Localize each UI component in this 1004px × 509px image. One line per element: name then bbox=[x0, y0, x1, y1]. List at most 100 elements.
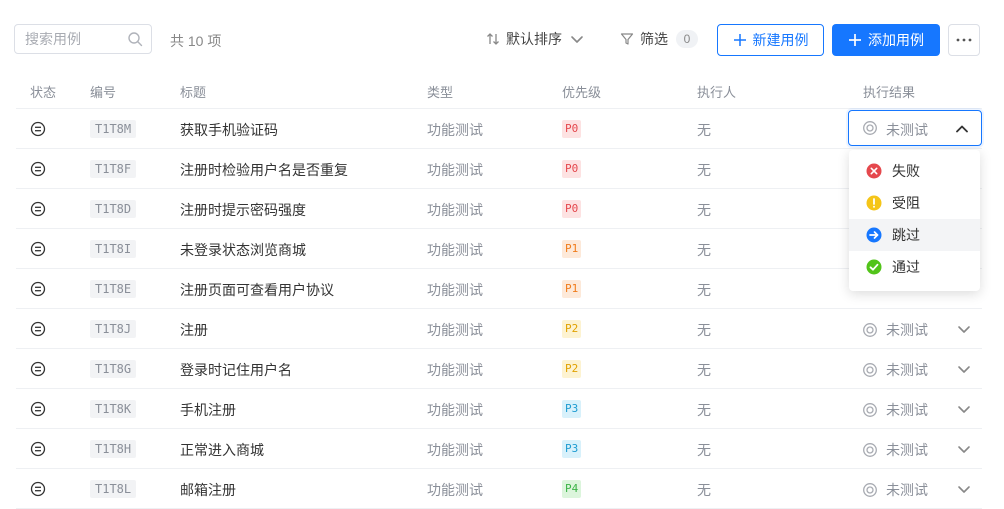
table-row[interactable]: T1T8E 注册页面可查看用户协议 功能测试 P1 无 bbox=[16, 269, 982, 309]
case-id: T1T8K bbox=[90, 400, 137, 418]
result-cell[interactable]: 未测试 bbox=[862, 480, 928, 500]
case-type: 功能测试 bbox=[427, 362, 483, 378]
result-option-skip[interactable]: 跳过 bbox=[849, 219, 980, 251]
case-status-icon bbox=[30, 241, 46, 257]
add-case-button[interactable]: 添加用例 bbox=[832, 24, 940, 56]
executor: 无 bbox=[697, 482, 711, 498]
result-dropdown-menu: 失败 受阻 跳过 通过 bbox=[849, 150, 980, 291]
fail-icon bbox=[866, 163, 882, 179]
case-status-icon bbox=[30, 201, 46, 217]
priority-badge: P3 bbox=[562, 440, 582, 458]
case-title[interactable]: 注册 bbox=[180, 320, 208, 340]
toolbar: 共 10 项 默认排序 筛选 0 新建用例 添加用例 bbox=[0, 0, 1004, 80]
executor: 无 bbox=[697, 322, 711, 338]
search-input[interactable] bbox=[25, 30, 125, 48]
untested-icon bbox=[863, 443, 877, 457]
table-row[interactable]: T1T8G 登录时记住用户名 功能测试 P2 无 未测试 bbox=[16, 349, 982, 389]
priority-badge: P0 bbox=[562, 200, 582, 218]
search-icon[interactable] bbox=[127, 31, 143, 47]
untested-icon bbox=[863, 323, 877, 337]
case-id: T1T8L bbox=[90, 480, 137, 498]
chevron-down-icon[interactable] bbox=[957, 402, 971, 416]
table-row[interactable]: T1T8I 未登录状态浏览商城 功能测试 P1 无 bbox=[16, 229, 982, 269]
case-id: T1T8D bbox=[90, 200, 137, 218]
priority-badge: P0 bbox=[562, 120, 582, 138]
search-box[interactable] bbox=[14, 24, 152, 54]
add-case-label: 添加用例 bbox=[868, 32, 924, 48]
case-id: T1T8I bbox=[90, 240, 137, 258]
case-title[interactable]: 登录时记住用户名 bbox=[180, 360, 292, 380]
filter-count-badge: 0 bbox=[676, 30, 698, 48]
result-option-label: 受阻 bbox=[892, 195, 920, 211]
result-select[interactable]: 未测试 bbox=[848, 110, 982, 146]
sort-label: 默认排序 bbox=[506, 31, 562, 47]
col-header-id: 编号 bbox=[90, 85, 117, 100]
chevron-down-icon[interactable] bbox=[957, 482, 971, 496]
case-title[interactable]: 未登录状态浏览商城 bbox=[180, 240, 306, 260]
case-type: 功能测试 bbox=[427, 282, 483, 298]
case-status-icon bbox=[30, 481, 46, 497]
result-cell[interactable]: 未测试 bbox=[862, 440, 928, 460]
table-row[interactable]: T1T8D 注册时提示密码强度 功能测试 P0 无 bbox=[16, 189, 982, 229]
case-id: T1T8G bbox=[90, 360, 137, 378]
new-case-label: 新建用例 bbox=[752, 32, 809, 48]
col-header-priority: 优先级 bbox=[562, 85, 602, 100]
result-value: 未测试 bbox=[886, 442, 928, 458]
case-title[interactable]: 正常进入商城 bbox=[180, 440, 264, 460]
priority-badge: P1 bbox=[562, 280, 582, 298]
case-title[interactable]: 注册时检验用户名是否重复 bbox=[180, 160, 348, 180]
priority-badge: P0 bbox=[562, 160, 582, 178]
executor: 无 bbox=[697, 282, 711, 298]
case-status-icon bbox=[30, 121, 46, 137]
executor: 无 bbox=[697, 242, 711, 258]
case-id: T1T8F bbox=[90, 160, 137, 178]
case-title[interactable]: 手机注册 bbox=[180, 400, 236, 420]
priority-badge: P3 bbox=[562, 400, 582, 418]
executor: 无 bbox=[697, 362, 711, 378]
sort-dropdown[interactable]: 默认排序 bbox=[486, 29, 584, 49]
case-type: 功能测试 bbox=[427, 242, 483, 258]
case-id: T1T8M bbox=[90, 120, 137, 138]
result-option-label: 跳过 bbox=[892, 227, 920, 243]
table-row[interactable]: T1T8M 获取手机验证码 功能测试 P0 无 bbox=[16, 109, 982, 149]
executor: 无 bbox=[697, 162, 711, 178]
case-title[interactable]: 注册时提示密码强度 bbox=[180, 200, 306, 220]
case-status-icon bbox=[30, 161, 46, 177]
result-option-pass[interactable]: 通过 bbox=[849, 251, 980, 283]
result-cell[interactable]: 未测试 bbox=[862, 320, 928, 340]
case-title[interactable]: 邮箱注册 bbox=[180, 480, 236, 500]
more-button[interactable] bbox=[948, 24, 980, 56]
result-cell[interactable]: 未测试 bbox=[862, 400, 928, 420]
col-header-title: 标题 bbox=[180, 85, 207, 100]
case-title[interactable]: 注册页面可查看用户协议 bbox=[180, 280, 334, 300]
chevron-up-icon bbox=[956, 125, 968, 133]
chevron-down-icon[interactable] bbox=[957, 322, 971, 336]
filter-icon bbox=[620, 33, 634, 45]
case-status-icon bbox=[30, 321, 46, 337]
blocked-icon bbox=[866, 195, 882, 211]
chevron-down-icon[interactable] bbox=[957, 362, 971, 376]
untested-icon bbox=[863, 403, 877, 417]
executor: 无 bbox=[697, 442, 711, 458]
result-option-blocked[interactable]: 受阻 bbox=[849, 187, 980, 219]
filter-button[interactable]: 筛选 0 bbox=[620, 29, 698, 49]
priority-badge: P1 bbox=[562, 240, 582, 258]
result-value: 未测试 bbox=[886, 482, 928, 498]
case-id: T1T8J bbox=[90, 320, 137, 338]
chevron-down-icon bbox=[571, 36, 583, 43]
case-id: T1T8E bbox=[90, 280, 137, 298]
table-row[interactable]: T1T8F 注册时检验用户名是否重复 功能测试 P0 无 bbox=[16, 149, 982, 189]
result-option-label: 通过 bbox=[892, 259, 920, 275]
table-row[interactable]: T1T8H 正常进入商城 功能测试 P3 无 未测试 bbox=[16, 429, 982, 469]
table-row[interactable]: T1T8L 邮箱注册 功能测试 P4 无 未测试 bbox=[16, 469, 982, 509]
case-title[interactable]: 获取手机验证码 bbox=[180, 120, 278, 140]
table-row[interactable]: T1T8K 手机注册 功能测试 P3 无 未测试 bbox=[16, 389, 982, 429]
case-status-icon bbox=[30, 401, 46, 417]
table-header: 状态 编号 标题 类型 优先级 执行人 执行结果 bbox=[16, 80, 982, 109]
chevron-down-icon[interactable] bbox=[957, 442, 971, 456]
result-option-fail[interactable]: 失败 bbox=[849, 155, 980, 187]
new-case-button[interactable]: 新建用例 bbox=[717, 24, 824, 56]
table-row[interactable]: T1T8J 注册 功能测试 P2 无 未测试 bbox=[16, 309, 982, 349]
result-cell[interactable]: 未测试 bbox=[862, 360, 928, 380]
case-status-icon bbox=[30, 441, 46, 457]
